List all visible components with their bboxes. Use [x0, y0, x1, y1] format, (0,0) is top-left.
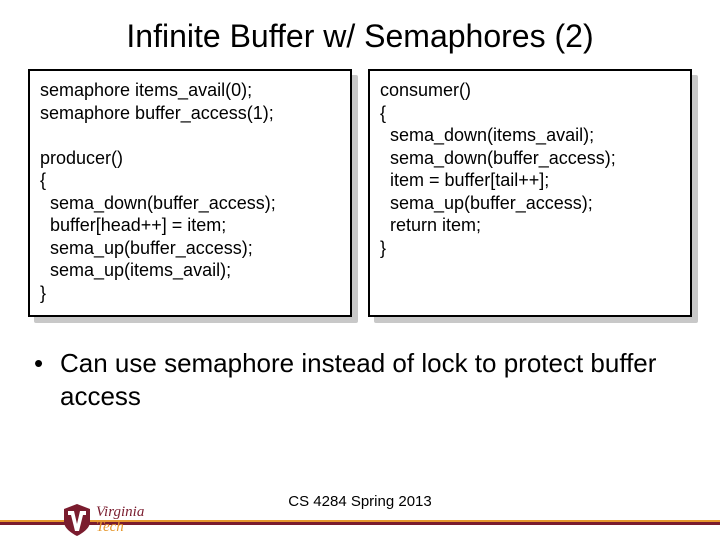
vt-word-line2: Tech — [96, 520, 144, 535]
vt-wordmark: Virginia Tech — [96, 505, 144, 535]
slide-title: Infinite Buffer w/ Semaphores (2) — [0, 0, 720, 69]
right-code-wrap: consumer() { sema_down(items_avail); sem… — [368, 69, 692, 317]
bullet-marker: • — [34, 347, 60, 380]
vt-shield-icon — [64, 504, 90, 536]
left-code-box: semaphore items_avail(0); semaphore buff… — [28, 69, 352, 317]
left-code-wrap: semaphore items_avail(0); semaphore buff… — [28, 69, 352, 317]
vt-logo: Virginia Tech — [64, 504, 144, 536]
bullet-item: • Can use semaphore instead of lock to p… — [34, 347, 686, 412]
code-columns: semaphore items_avail(0); semaphore buff… — [0, 69, 720, 317]
bullet-list: • Can use semaphore instead of lock to p… — [0, 317, 720, 412]
right-code-box: consumer() { sema_down(items_avail); sem… — [368, 69, 692, 317]
vt-word-line1: Virginia — [96, 505, 144, 520]
bullet-text: Can use semaphore instead of lock to pro… — [60, 347, 686, 412]
